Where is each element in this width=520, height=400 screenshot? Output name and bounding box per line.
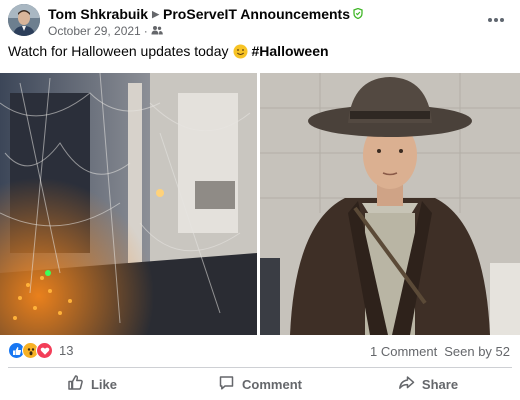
share-icon	[398, 374, 415, 394]
hashtag-link[interactable]: #Halloween	[252, 43, 329, 59]
more-options-icon[interactable]	[484, 10, 508, 30]
post-header: Tom Shkrabuik ▶ ProServeIT Announcements…	[8, 4, 512, 40]
post-actions: Like Comment Share	[8, 370, 512, 398]
comment-button[interactable]: Comment	[176, 370, 344, 398]
group-name[interactable]: ProServeIT Announcements	[163, 6, 350, 22]
engagement-stats: 1 Comment Seen by 52	[370, 344, 510, 359]
comment-count-link[interactable]: 1 Comment	[370, 344, 437, 359]
reaction-count: 13	[59, 343, 74, 358]
post-date[interactable]: October 29, 2021	[48, 24, 141, 38]
post-stats: 13 1 Comment Seen by 52	[8, 341, 510, 363]
like-label: Like	[90, 376, 117, 392]
photo-costume-portrait[interactable]	[260, 73, 520, 335]
post-title-line: Tom Shkrabuik ▶ ProServeIT Announcements	[48, 6, 363, 22]
reactions-summary[interactable]: 13	[8, 342, 73, 359]
author-avatar[interactable]	[8, 4, 40, 36]
author-name[interactable]: Tom Shkrabuik	[48, 6, 148, 22]
post-meta: October 29, 2021 ·	[48, 24, 163, 38]
photo-grid	[0, 73, 520, 335]
meta-separator: ·	[143, 24, 148, 38]
post-text: Watch for Halloween updates today	[8, 43, 229, 59]
arrow-right-icon: ▶	[152, 8, 160, 19]
seen-by-link[interactable]: Seen by 52	[444, 344, 510, 359]
smiling-face-emoji-icon	[233, 44, 248, 59]
love-reaction-icon	[36, 342, 53, 359]
share-button[interactable]: Share	[344, 370, 512, 398]
post-body: Watch for Halloween updates today #Hallo…	[8, 43, 329, 59]
admin-shield-icon	[353, 6, 363, 22]
like-button[interactable]: Like	[8, 370, 176, 398]
comment-label: Comment	[242, 376, 302, 392]
feed-post: Tom Shkrabuik ▶ ProServeIT Announcements…	[0, 0, 520, 400]
share-label: Share	[421, 376, 459, 392]
like-icon	[67, 374, 84, 394]
photo-spooky-cubicle[interactable]	[0, 73, 257, 335]
action-divider	[8, 367, 512, 368]
comment-icon	[218, 374, 235, 394]
group-audience-icon	[151, 24, 163, 38]
